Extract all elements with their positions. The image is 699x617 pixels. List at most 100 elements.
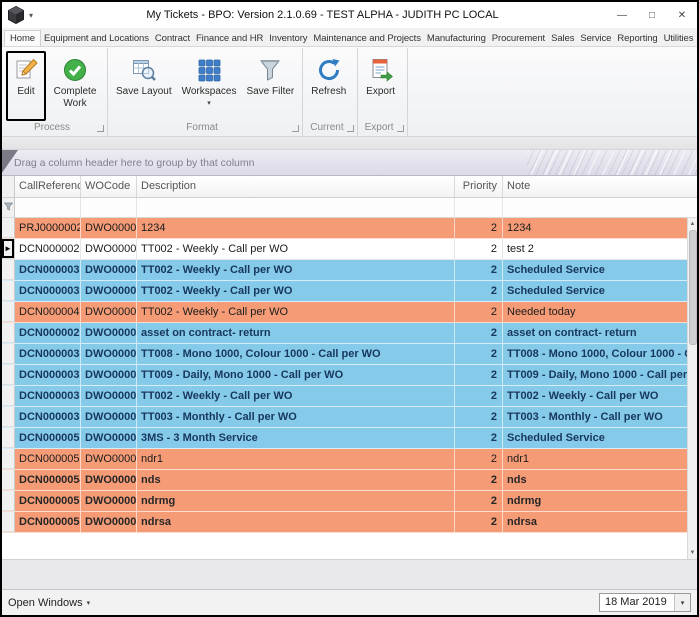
row-indicator-cell[interactable] (2, 302, 15, 322)
row-indicator-cell[interactable] (2, 512, 15, 532)
open-windows-label: Open Windows (8, 597, 83, 609)
cell-wocode: DWO0000067 (81, 281, 137, 301)
filter-cell-wocode[interactable] (81, 198, 137, 217)
scroll-down-button[interactable]: ▼ (688, 547, 697, 559)
tab-equipment-and-locations[interactable]: Equipment and Locations (41, 30, 152, 46)
cell-callreference: DCN0000054 (15, 470, 81, 490)
ribbon-toolbar: EditComplete WorkProcessSave LayoutWorks… (2, 47, 697, 137)
dialog-launcher-icon[interactable] (347, 125, 354, 132)
chevron-down-icon[interactable]: ▾ (29, 11, 33, 20)
tab-procurement[interactable]: Procurement (489, 30, 548, 46)
table-row[interactable]: DCN0000053DWO0000138ndr12ndr1 (2, 449, 687, 470)
tab-home[interactable]: Home (4, 30, 41, 46)
row-indicator-cell[interactable]: ► (2, 239, 15, 259)
column-header-priority[interactable]: Priority (455, 176, 503, 197)
vertical-scrollbar[interactable]: ▲ ▼ (687, 218, 697, 559)
cell-wocode: DWO0000138 (81, 449, 137, 469)
cell-callreference: PRJ0000002 (15, 218, 81, 238)
tab-manufacturing[interactable]: Manufacturing (424, 30, 489, 46)
ribbon-tab-bar: HomeEquipment and LocationsContractFinan… (2, 28, 697, 47)
tab-finance-and-hr[interactable]: Finance and HR (193, 30, 266, 46)
table-row[interactable]: ►DCN0000029DWO0000064TT002 - Weekly - Ca… (2, 239, 687, 260)
row-indicator-cell[interactable] (2, 323, 15, 343)
ribbon-button-label: Complete Work (51, 86, 99, 110)
save-layout-button[interactable]: Save Layout (111, 51, 177, 121)
table-row[interactable]: DCN0000057DWO0000149ndrmg2ndrmg (2, 491, 687, 512)
filter-cell-note[interactable] (503, 198, 697, 217)
table-row[interactable]: DCN0000038DWO0000107TT008 - Mono 1000, C… (2, 344, 687, 365)
cell-description: 1234 (137, 218, 455, 238)
tab-inventory[interactable]: Inventory (266, 30, 310, 46)
mdi-controls: —❐✕ (696, 34, 697, 46)
save-filter-button[interactable]: Save Filter (241, 51, 299, 121)
column-header-description[interactable]: Description (137, 176, 455, 197)
table-row[interactable]: DCN0000040DWO0000089TT002 - Weekly - Cal… (2, 302, 687, 323)
table-row[interactable]: DCN0000032DWO0000067TT002 - Weekly - Cal… (2, 281, 687, 302)
row-indicator-cell[interactable] (2, 365, 15, 385)
cell-description: ndrmg (137, 491, 455, 511)
chevron-down-icon: ▾ (87, 599, 91, 607)
row-indicator-cell[interactable] (2, 428, 15, 448)
row-indicator-cell[interactable] (2, 218, 15, 238)
row-indicator-cell[interactable] (2, 491, 15, 511)
group-by-bar[interactable]: Drag a column header here to group by th… (2, 150, 697, 176)
row-indicator-cell[interactable] (2, 260, 15, 280)
ribbon-button-label: Refresh (311, 86, 346, 98)
refresh-button[interactable]: Refresh (306, 51, 351, 121)
table-row[interactable]: PRJ0000002DWO0000004123421234 (2, 218, 687, 239)
column-header-wocode[interactable]: WOCode (81, 176, 137, 197)
cell-note: 1234 (503, 218, 687, 238)
tab-maintenance-and-projects[interactable]: Maintenance and Projects (310, 30, 423, 46)
cell-callreference: DCN0000020 (15, 323, 81, 343)
filter-cell-callreference[interactable] (15, 198, 81, 217)
export-button[interactable]: Export (361, 51, 401, 121)
open-windows-button[interactable]: Open Windows ▾ (8, 597, 90, 609)
maximize-button[interactable]: □ (637, 2, 667, 28)
filter-cell-priority[interactable] (455, 198, 503, 217)
workspaces-icon (196, 57, 222, 83)
tab-reporting[interactable]: Reporting (614, 30, 660, 46)
edit-button[interactable]: Edit (6, 51, 46, 121)
cell-priority: 2 (455, 344, 503, 364)
table-row[interactable]: DCN0000058DWO0000150ndrsa2ndrsa (2, 512, 687, 533)
column-header-callreference[interactable]: CallReference (15, 176, 81, 197)
row-indicator-cell[interactable] (2, 386, 15, 406)
table-row[interactable]: DCN0000020DWO0000106asset on contract- r… (2, 323, 687, 344)
row-indicator-cell[interactable] (2, 344, 15, 364)
cell-wocode: DWO0000108 (81, 365, 137, 385)
cell-callreference: DCN0000040 (15, 302, 81, 322)
cell-description: TT003 - Monthly - Call per WO (137, 407, 455, 427)
tab-service[interactable]: Service (577, 30, 614, 46)
cell-note: TT002 - Weekly - Call per WO (503, 386, 687, 406)
tab-contract[interactable]: Contract (152, 30, 193, 46)
close-button[interactable]: ✕ (667, 2, 697, 28)
scrollbar-thumb[interactable] (689, 230, 697, 345)
table-row[interactable]: DCN0000031DWO0000066TT002 - Weekly - Cal… (2, 260, 687, 281)
column-header-note[interactable]: Note (503, 176, 697, 197)
ribbon-tabs: HomeEquipment and LocationsContractFinan… (4, 28, 696, 46)
table-row[interactable]: DCN0000051DWO00001333MS - 3 Month Servic… (2, 428, 687, 449)
complete-work-button[interactable]: Complete Work (46, 51, 104, 121)
row-indicator-cell[interactable] (2, 407, 15, 427)
row-indicator-cell[interactable] (2, 281, 15, 301)
cell-wocode: DWO0000089 (81, 302, 137, 322)
row-indicator-cell[interactable] (2, 449, 15, 469)
tab-utilities[interactable]: Utilities (661, 30, 697, 46)
date-picker[interactable]: 18 Mar 2019 ▾ (599, 593, 691, 612)
dialog-launcher-icon[interactable] (397, 125, 404, 132)
row-indicator-cell[interactable] (2, 470, 15, 490)
table-row[interactable]: DCN0000037DWO0000108TT009 - Daily, Mono … (2, 365, 687, 386)
scroll-up-button[interactable]: ▲ (688, 218, 697, 230)
cell-callreference: DCN0000030 (15, 386, 81, 406)
table-row[interactable]: DCN0000033DWO0000110TT003 - Monthly - Ca… (2, 407, 687, 428)
tab-sales[interactable]: Sales (548, 30, 577, 46)
date-dropdown-button[interactable]: ▾ (674, 594, 690, 611)
table-row[interactable]: DCN0000054DWO0000140nds2nds (2, 470, 687, 491)
filter-cell-description[interactable] (137, 198, 455, 217)
cell-note: Scheduled Service (503, 281, 687, 301)
dialog-launcher-icon[interactable] (292, 125, 299, 132)
minimize-button[interactable]: — (607, 2, 637, 28)
table-row[interactable]: DCN0000030DWO0000109TT002 - Weekly - Cal… (2, 386, 687, 407)
dialog-launcher-icon[interactable] (97, 125, 104, 132)
workspaces-button[interactable]: Workspaces▾ (177, 51, 242, 121)
